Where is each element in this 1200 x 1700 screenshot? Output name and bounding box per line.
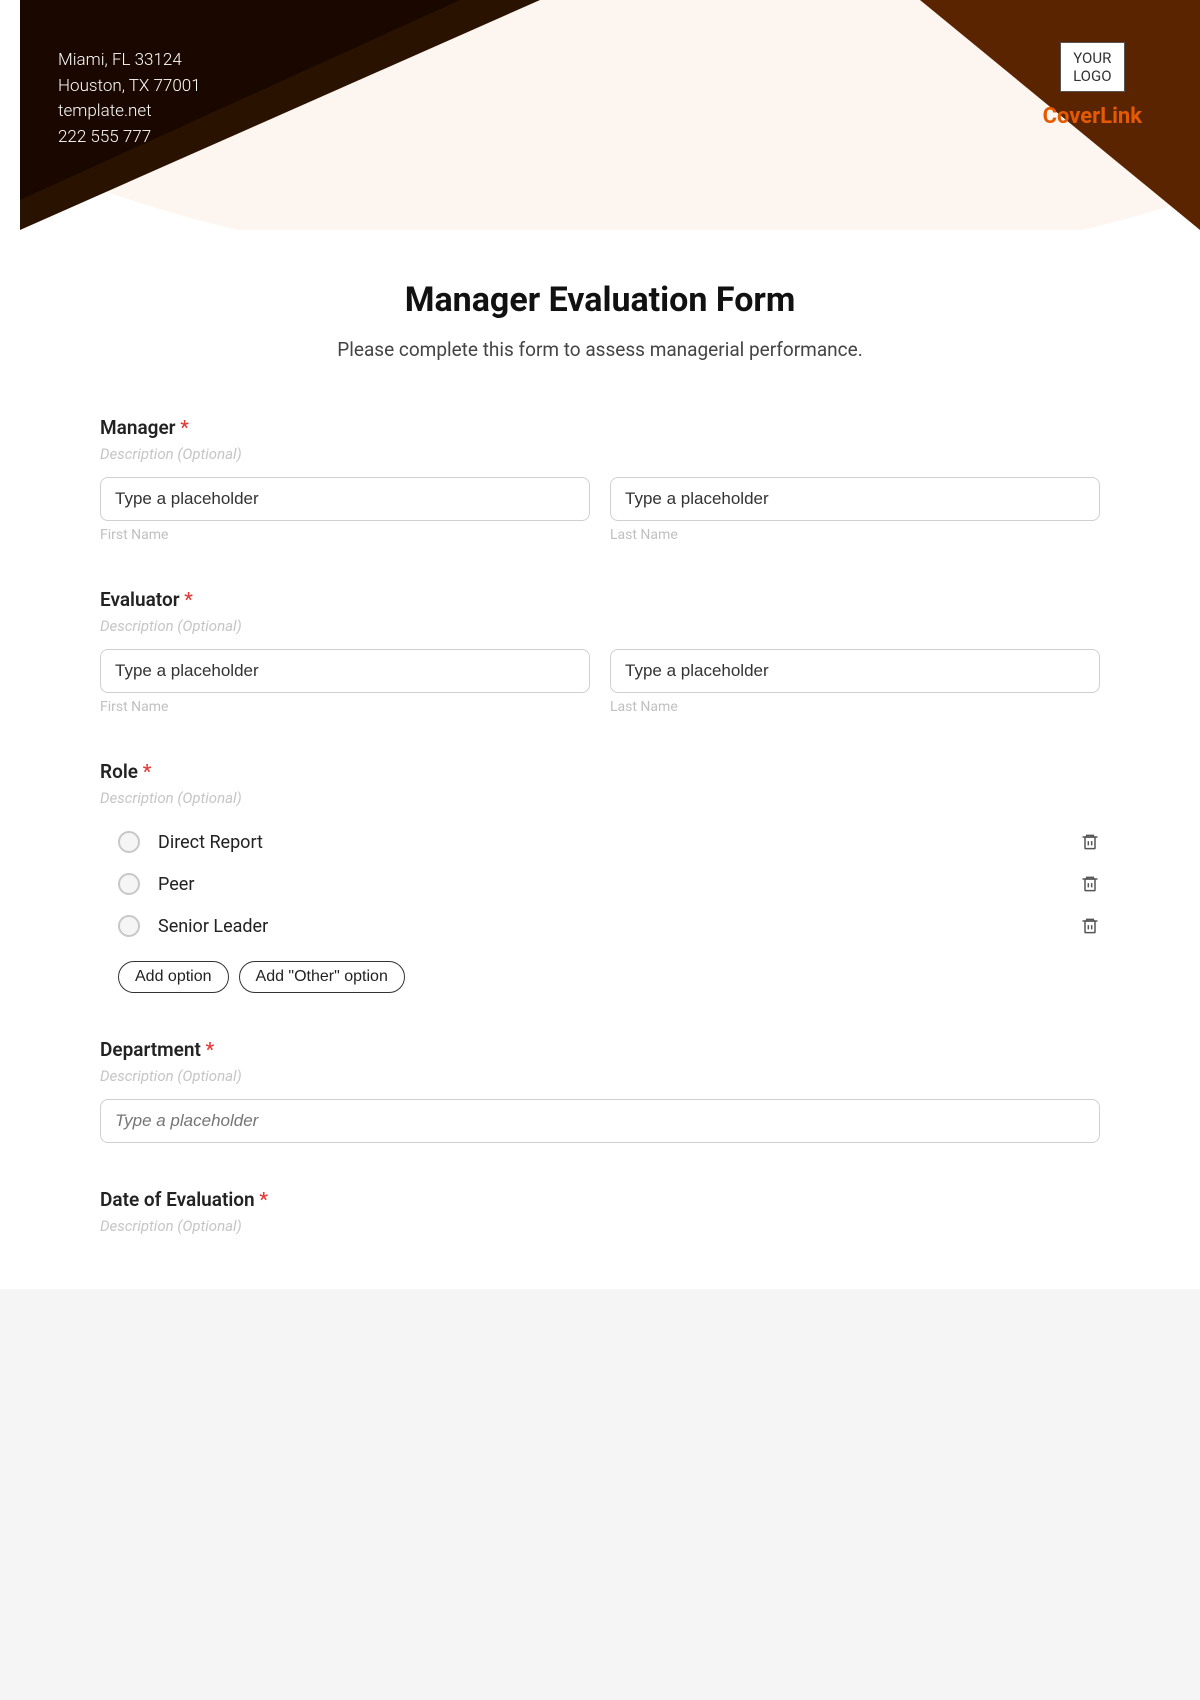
role-label: Role * [100,760,1100,783]
add-other-option-button[interactable]: Add "Other" option [239,961,405,993]
evaluator-first-name-input[interactable] [100,649,590,693]
radio-icon[interactable] [118,915,140,937]
required-mark: * [180,416,189,439]
label-text: Evaluator [100,588,180,611]
last-name-sublabel: Last Name [610,527,1100,543]
evaluator-last-name-input[interactable] [610,649,1100,693]
role-option-label[interactable]: Senior Leader [158,916,1080,937]
section-manager: Manager * Description (Optional) First N… [100,416,1100,543]
role-option-row: Direct Report [118,821,1100,863]
brand-name: CoverLink [1043,104,1142,129]
manager-label: Manager * [100,416,1100,439]
role-desc[interactable]: Description (Optional) [100,789,1100,807]
contact-line: template.net [58,99,201,125]
form-title: Manager Evaluation Form [100,280,1100,320]
role-option-row: Peer [118,863,1100,905]
add-option-button[interactable]: Add option [118,961,229,993]
trash-icon[interactable] [1080,915,1100,937]
section-department: Department * Description (Optional) [100,1038,1100,1143]
radio-icon[interactable] [118,873,140,895]
logo-placeholder: YOUR LOGO [1060,42,1124,92]
required-mark: * [184,588,193,611]
header-banner: Miami, FL 33124 Houston, TX 77001 templa… [20,0,1200,230]
section-date: Date of Evaluation * Description (Option… [100,1188,1100,1235]
label-text: Department [100,1038,201,1061]
role-option-label[interactable]: Direct Report [158,832,1080,853]
label-text: Role [100,760,138,783]
department-label: Department * [100,1038,1100,1061]
first-name-sublabel: First Name [100,527,590,543]
contact-line: 222 555 777 [58,125,201,151]
logo-block: YOUR LOGO CoverLink [1043,42,1142,129]
date-desc[interactable]: Description (Optional) [100,1217,1100,1235]
contact-line: Miami, FL 33124 [58,48,201,74]
required-mark: * [259,1188,268,1211]
role-option-label[interactable]: Peer [158,874,1080,895]
trash-icon[interactable] [1080,873,1100,895]
department-input[interactable] [100,1099,1100,1143]
form-subtitle: Please complete this form to assess mana… [100,338,1100,361]
last-name-sublabel: Last Name [610,699,1100,715]
evaluator-label: Evaluator * [100,588,1100,611]
manager-first-name-input[interactable] [100,477,590,521]
contact-line: Houston, TX 77001 [58,74,201,100]
manager-last-name-input[interactable] [610,477,1100,521]
date-label: Date of Evaluation * [100,1188,1100,1211]
section-role: Role * Description (Optional) Direct Rep… [100,760,1100,993]
label-text: Manager [100,416,176,439]
radio-icon[interactable] [118,831,140,853]
required-mark: * [206,1038,215,1061]
evaluator-desc[interactable]: Description (Optional) [100,617,1100,635]
department-desc[interactable]: Description (Optional) [100,1067,1100,1085]
form-area: Manager Evaluation Form Please complete … [0,230,1200,1289]
trash-icon[interactable] [1080,831,1100,853]
label-text: Date of Evaluation [100,1188,255,1211]
required-mark: * [143,760,152,783]
role-option-row: Senior Leader [118,905,1100,947]
contact-info: Miami, FL 33124 Houston, TX 77001 templa… [58,48,201,150]
manager-desc[interactable]: Description (Optional) [100,445,1100,463]
section-evaluator: Evaluator * Description (Optional) First… [100,588,1100,715]
first-name-sublabel: First Name [100,699,590,715]
